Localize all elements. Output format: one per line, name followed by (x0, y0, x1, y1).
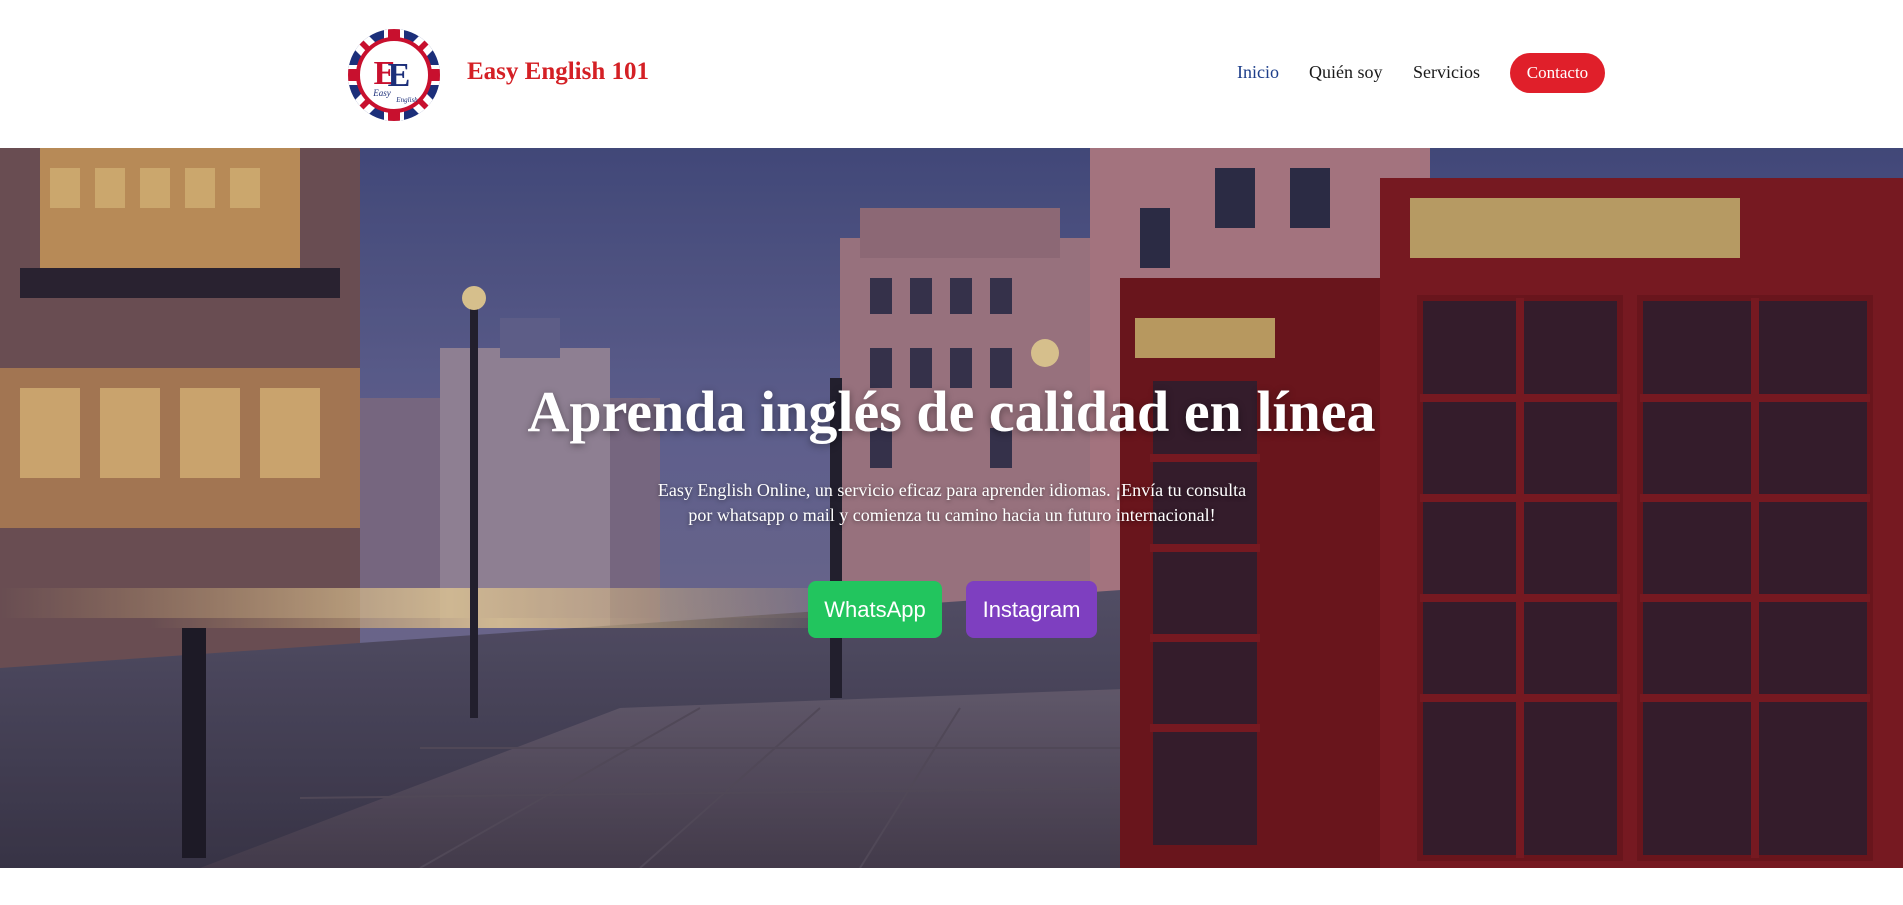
nav-quien-soy[interactable]: Quién soy (1309, 62, 1383, 83)
hero-title: Aprenda inglés de calidad en línea (527, 379, 1376, 444)
svg-text:English: English (395, 96, 418, 104)
logo[interactable]: E E Easy English (347, 28, 441, 122)
site-header: E E Easy English Easy English 101 Inicio… (0, 0, 1903, 148)
svg-text:E: E (388, 57, 411, 94)
page-below-fold (0, 868, 1903, 905)
hero-section: Aprenda inglés de calidad en línea Easy … (0, 148, 1903, 868)
contact-button[interactable]: Contacto (1510, 53, 1605, 93)
brand-name[interactable]: Easy English 101 (467, 58, 649, 86)
logo-badge-icon: E E Easy English (348, 29, 440, 121)
nav-inicio[interactable]: Inicio (1237, 62, 1279, 83)
nav-servicios[interactable]: Servicios (1413, 62, 1480, 83)
whatsapp-button[interactable]: WhatsApp (808, 581, 942, 638)
svg-text:Easy: Easy (372, 88, 391, 98)
instagram-button[interactable]: Instagram (966, 581, 1097, 638)
hero-subtitle: Easy English Online, un servicio eficaz … (657, 480, 1247, 525)
